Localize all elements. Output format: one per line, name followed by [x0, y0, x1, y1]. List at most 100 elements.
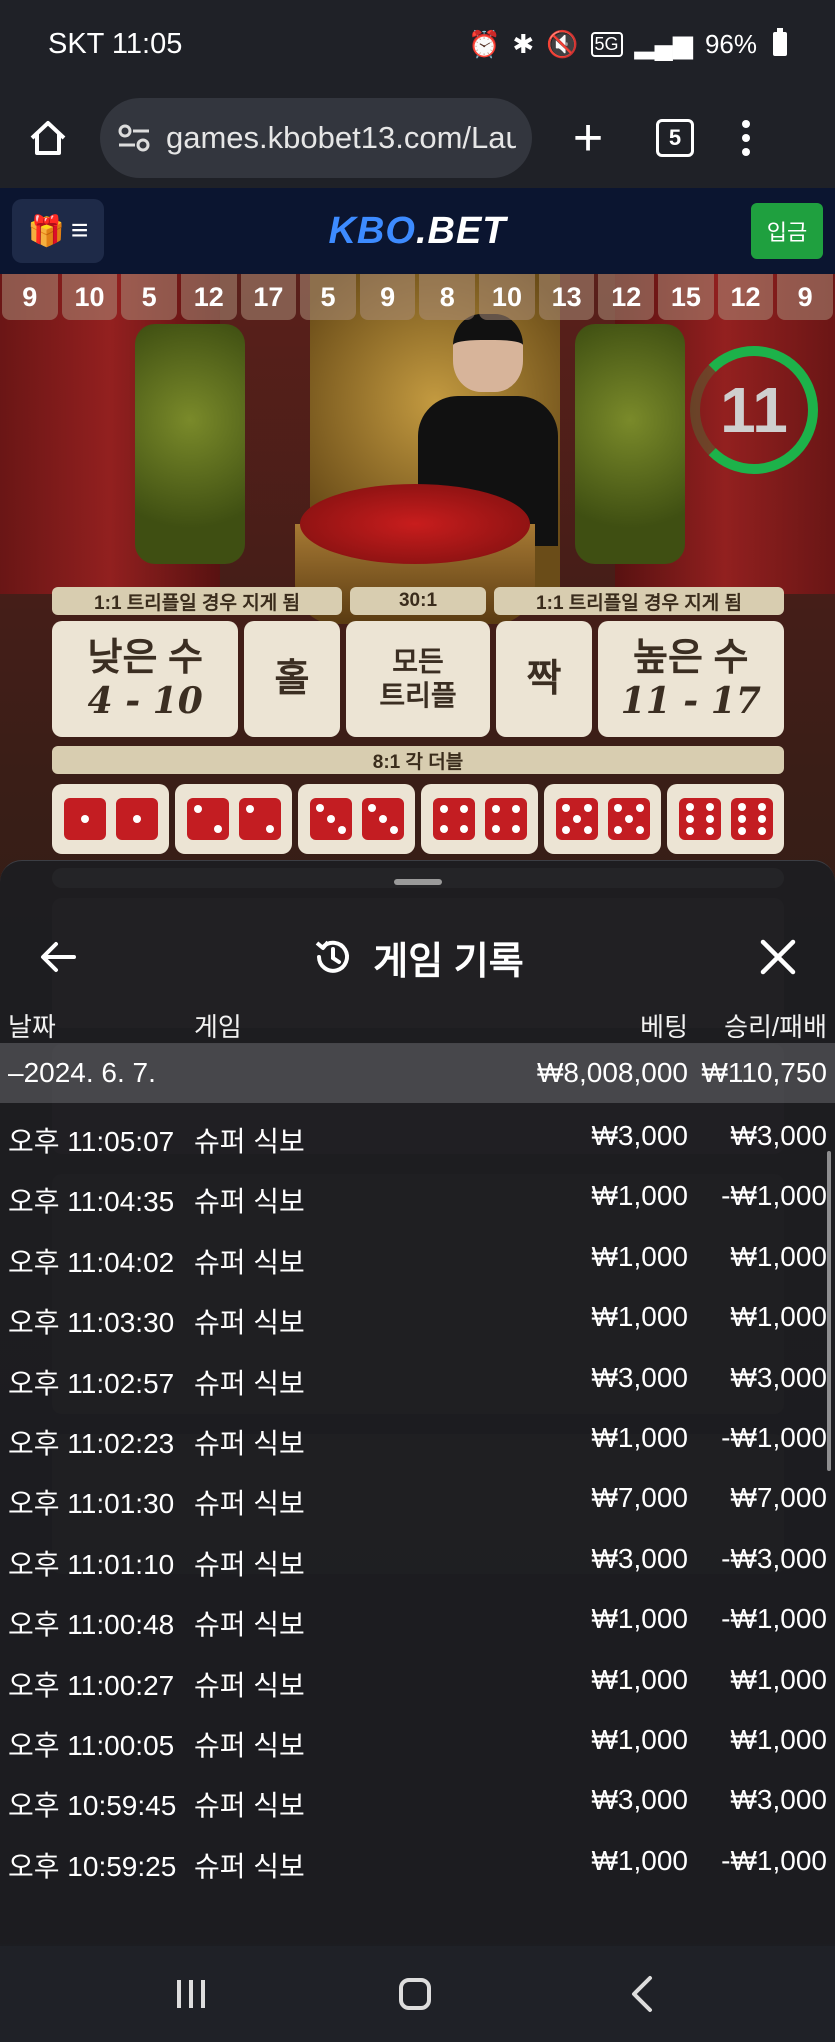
alarm-icon: ⏰ [467, 28, 501, 59]
row-game: 슈퍼 식보 [194, 1850, 305, 1882]
network-icon: 5G [590, 31, 623, 57]
bet-double-1[interactable] [52, 784, 169, 854]
site-settings-icon[interactable] [116, 120, 152, 156]
history-cell: 12 [717, 274, 774, 320]
table-row[interactable]: 오후 11:01:30 슈퍼 식보 ₩7,000 ₩7,000 [0, 1468, 835, 1528]
table-row[interactable]: 오후 10:59:45 슈퍼 식보 ₩3,000 ₩3,000 [0, 1770, 835, 1830]
table-row[interactable]: 오후 10:59:25 슈퍼 식보 ₩1,000 -₩1,000 [0, 1831, 835, 1891]
payout-label-high: 1:1 트리플일 경우 지게 됨 [494, 587, 784, 615]
row-time: 오후 11:05:07 [8, 1126, 175, 1157]
table-row[interactable]: 오후 11:02:57 슈퍼 식보 ₩3,000 ₩3,000 [0, 1348, 835, 1408]
summary-bet: ₩8,008,000 [537, 1057, 688, 1088]
home-button[interactable] [16, 106, 80, 170]
history-cell: 17 [240, 274, 297, 320]
bet-row-main: 낮은 수 4 - 10 홀 모든 트리플 짝 높은 수 11 - 17 [52, 621, 784, 737]
payout-label-triple: 30:1 [350, 587, 486, 615]
plant-right [575, 324, 685, 564]
signal-icon: ▂▄▆ [634, 28, 693, 59]
history-cell: 12 [180, 274, 237, 320]
battery-icon [773, 28, 787, 56]
die-1-icon [115, 798, 158, 840]
table-row[interactable]: 오후 11:03:30 슈퍼 식보 ₩1,000 ₩1,000 [0, 1287, 835, 1347]
row-game: 슈퍼 식보 [194, 1186, 305, 1218]
row-time: 오후 11:01:30 [8, 1488, 175, 1520]
history-rows: 오후 11:05:07 슈퍼 식보 ₩3,000 ₩3,000 오후 11:04:35… [0, 1106, 835, 1891]
history-icon [316, 940, 350, 973]
bet-even[interactable]: 짝 [496, 621, 592, 737]
row-game: 슈퍼 식보 [194, 1609, 305, 1641]
address-bar[interactable]: games.kbobet13.com/Lau [100, 98, 532, 178]
drag-handle[interactable] [394, 879, 442, 885]
bet-double-6[interactable] [667, 784, 784, 854]
table-header: 날짜 게임 베팅 승리/패배 [0, 993, 835, 1049]
bet-double-3[interactable] [298, 784, 415, 854]
row-result: ₩3,000 [730, 1784, 828, 1816]
bet-low[interactable]: 낮은 수 4 - 10 [52, 621, 239, 737]
mute-icon: 🔇 [546, 28, 579, 59]
history-cell: 12 [598, 274, 655, 320]
row-game: 슈퍼 식보 [194, 1488, 305, 1520]
table-row[interactable]: 오후 11:00:48 슈퍼 식보 ₩1,000 -₩1,000 [0, 1589, 835, 1649]
row-result: ₩1,000 [730, 1240, 828, 1272]
home-nav-icon[interactable] [399, 1978, 432, 2010]
back-arrow-icon[interactable] [36, 935, 80, 979]
row-bet: ₩1,000 [591, 1421, 689, 1453]
row-game: 슈퍼 식보 [194, 1367, 305, 1399]
game-history-panel: 게임 기록 날짜 게임 베팅 승리/패배 –2024. 6. 7. ₩8,008… [0, 860, 835, 1946]
bet-double-5[interactable] [544, 784, 661, 854]
row-game: 슈퍼 식보 [194, 1427, 305, 1459]
bet-odd[interactable]: 홀 [244, 621, 340, 737]
history-cell: 5 [121, 274, 177, 320]
table-row[interactable]: 오후 11:04:02 슈퍼 식보 ₩1,000 ₩1,000 [0, 1227, 835, 1287]
row-game: 슈퍼 식보 [194, 1669, 305, 1701]
scrollbar[interactable] [827, 1151, 831, 1471]
history-cell: 9 [2, 274, 58, 320]
row-time: 오후 11:04:02 [8, 1246, 175, 1278]
row-result: ₩1,000 [730, 1723, 828, 1755]
site-logo: KBO.BET [328, 209, 507, 252]
die-5-icon [555, 798, 598, 840]
browser-toolbar: games.kbobet13.com/Lau + 5 [0, 88, 835, 188]
table-row[interactable]: 오후 11:01:10 슈퍼 식보 ₩3,000 -₩3,000 [0, 1529, 835, 1589]
table-row[interactable]: 오후 11:00:27 슈퍼 식보 ₩1,000 ₩1,000 [0, 1650, 835, 1710]
die-2-icon [238, 798, 281, 840]
bet-any-triple[interactable]: 모든 트리플 [345, 621, 491, 737]
tab-count-button[interactable]: 5 [656, 119, 694, 157]
history-cell: 10 [479, 274, 535, 320]
row-result: -₩3,000 [721, 1542, 827, 1574]
row-game: 슈퍼 식보 [194, 1246, 305, 1278]
history-cell: 9 [777, 274, 833, 320]
battery-level: 96% [704, 28, 757, 59]
row-time: 오후 11:00:05 [8, 1729, 175, 1761]
row-bet: ₩1,000 [591, 1180, 689, 1212]
table-row[interactable]: 오후 11:02:23 슈퍼 식보 ₩1,000 -₩1,000 [0, 1408, 835, 1468]
bet-double-2[interactable] [175, 784, 292, 854]
recent-apps-icon[interactable] [177, 1980, 206, 2008]
summary-date: –2024. 6. 7. [8, 1057, 156, 1088]
column-result: 승리/패배 [724, 1012, 827, 1042]
menu-button[interactable]: 🎁 ≡ [12, 199, 104, 263]
row-result: -₩1,000 [721, 1603, 827, 1635]
date-summary-row[interactable]: –2024. 6. 7. ₩8,008,000 ₩110,750 [0, 1043, 835, 1103]
row-bet: ₩3,000 [591, 1542, 689, 1574]
row-result: ₩3,000 [730, 1361, 828, 1393]
bet-double-4[interactable] [421, 784, 538, 854]
deposit-button[interactable]: 입금 [751, 203, 823, 259]
summary-result: ₩110,750 [701, 1057, 827, 1088]
close-icon[interactable] [757, 936, 799, 978]
row-result: -₩1,000 [721, 1180, 827, 1212]
dealer-table [300, 484, 530, 564]
table-row[interactable]: 오후 11:00:05 슈퍼 식보 ₩1,000 ₩1,000 [0, 1710, 835, 1770]
history-cell: 9 [359, 274, 416, 320]
new-tab-button[interactable]: + [560, 108, 616, 168]
payout-label-double: 8:1 각 더블 [52, 746, 784, 774]
browser-menu-icon[interactable] [742, 120, 750, 156]
table-row[interactable]: 오후 11:04:35 슈퍼 식보 ₩1,000 -₩1,000 [0, 1166, 835, 1226]
row-time: 오후 11:01:10 [8, 1548, 175, 1580]
history-cell: 5 [300, 274, 356, 320]
bet-high[interactable]: 높은 수 11 - 17 [597, 621, 784, 737]
table-row[interactable]: 오후 11:05:07 슈퍼 식보 ₩3,000 ₩3,000 [0, 1106, 835, 1166]
row-result: -₩1,000 [721, 1421, 827, 1453]
row-time: 오후 11:02:57 [8, 1367, 175, 1399]
back-nav-icon[interactable] [626, 1974, 658, 2014]
